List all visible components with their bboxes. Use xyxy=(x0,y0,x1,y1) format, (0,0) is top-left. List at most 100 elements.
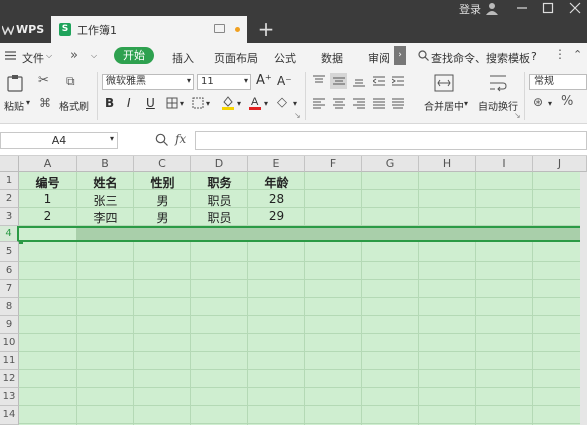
column-header-j[interactable]: J xyxy=(533,156,587,172)
font-dialog-launcher-icon[interactable]: ↘ xyxy=(294,111,301,120)
merge-center-button[interactable]: 合并居中 xyxy=(424,98,464,113)
wrap-text-button[interactable]: 自动换行 xyxy=(478,98,518,113)
row-header-12[interactable]: 12 xyxy=(0,370,19,388)
number-format-select[interactable]: 常规 xyxy=(529,74,587,90)
table-header-cell[interactable]: 年龄 xyxy=(248,174,305,191)
tab-home[interactable]: 开始 xyxy=(114,47,154,64)
more-options-icon[interactable]: ⋮ xyxy=(554,47,566,61)
paste-icon[interactable] xyxy=(7,74,23,92)
borders-icon[interactable] xyxy=(166,97,178,109)
column-header-c[interactable]: C xyxy=(134,156,191,172)
align-left-icon[interactable] xyxy=(313,97,325,109)
table-cell[interactable]: 男 xyxy=(134,192,191,209)
row-header-5[interactable]: 5 xyxy=(0,242,19,262)
column-header-a[interactable]: A xyxy=(19,156,77,172)
column-header-b[interactable]: B xyxy=(77,156,134,172)
row-header-6[interactable]: 6 xyxy=(0,262,19,280)
table-header-cell[interactable]: 姓名 xyxy=(77,174,134,191)
tab-review[interactable]: 审阅 xyxy=(368,50,390,66)
formula-input[interactable] xyxy=(195,131,587,150)
format-painter-button[interactable]: 格式刷 xyxy=(59,98,89,113)
fx-icon[interactable]: fx xyxy=(175,132,186,146)
underline-button[interactable]: U xyxy=(146,96,155,110)
tab-data[interactable]: 数据 xyxy=(321,50,343,66)
bold-button[interactable]: B xyxy=(105,96,114,110)
table-cell[interactable]: 29 xyxy=(248,209,305,223)
table-header-cell[interactable]: 性别 xyxy=(134,174,191,191)
paste-button[interactable]: 粘贴 xyxy=(4,98,24,113)
merge-center-icon[interactable] xyxy=(434,74,454,92)
fill-color-dropdown-icon[interactable]: ▾ xyxy=(237,99,241,108)
tab-formulas[interactable]: 公式 xyxy=(274,50,296,66)
file-menu-chevron-icon[interactable]: ⌵ xyxy=(46,51,52,61)
table-cell[interactable]: 职员 xyxy=(191,209,248,226)
font-name-select[interactable]: 微软雅黑 xyxy=(102,74,194,90)
name-box[interactable]: A4 xyxy=(0,132,118,149)
table-header-cell[interactable]: 编号 xyxy=(19,174,76,191)
zoom-search-icon[interactable] xyxy=(155,133,168,146)
distributed-align-icon[interactable] xyxy=(392,97,404,109)
new-tab-button[interactable]: + xyxy=(252,16,280,43)
copy-icon[interactable]: ⧉ xyxy=(66,74,75,89)
grow-font-icon[interactable]: A⁺ xyxy=(256,73,272,88)
select-all-corner[interactable] xyxy=(0,156,19,172)
merge-dropdown-icon[interactable]: ▾ xyxy=(464,99,468,108)
clear-dropdown-icon[interactable]: ▾ xyxy=(293,99,297,108)
search-icon[interactable] xyxy=(418,50,429,61)
help-icon[interactable]: ? xyxy=(531,50,537,63)
command-search[interactable]: 查找命令、搜索模板 xyxy=(431,50,530,66)
format-painter-icon[interactable]: ⌘ xyxy=(39,96,51,110)
cell-style-dropdown-icon[interactable]: ▾ xyxy=(206,99,210,108)
borders-dropdown-icon[interactable]: ▾ xyxy=(180,99,184,108)
column-header-f[interactable]: F xyxy=(305,156,362,172)
percent-button[interactable]: % xyxy=(561,94,573,109)
more-left-icon[interactable]: » xyxy=(70,48,78,63)
increase-indent-icon[interactable] xyxy=(392,75,404,87)
row-header-2[interactable]: 2 xyxy=(0,190,19,208)
font-size-dropdown-icon[interactable]: ▾ xyxy=(244,76,248,85)
row-header-10[interactable]: 10 xyxy=(0,334,19,352)
row-header-13[interactable]: 13 xyxy=(0,388,19,406)
column-header-d[interactable]: D xyxy=(191,156,248,172)
alignment-dialog-launcher-icon[interactable]: ↘ xyxy=(514,111,521,120)
wrap-text-icon[interactable] xyxy=(488,74,508,92)
table-cell[interactable]: 2 xyxy=(19,209,76,223)
close-icon[interactable] xyxy=(568,1,582,15)
table-cell[interactable]: 职员 xyxy=(191,192,248,209)
wps-home-tab[interactable]: WPS xyxy=(0,16,48,43)
user-icon[interactable] xyxy=(486,2,498,15)
table-cell[interactable]: 28 xyxy=(248,192,305,206)
italic-button[interactable]: I xyxy=(127,96,131,110)
shrink-font-icon[interactable]: A⁻ xyxy=(277,74,292,88)
minimize-icon[interactable] xyxy=(515,1,529,15)
align-center-icon[interactable] xyxy=(333,97,345,109)
table-cell[interactable]: 李四 xyxy=(77,209,134,226)
tab-insert[interactable]: 插入 xyxy=(172,50,194,66)
justify-icon[interactable] xyxy=(373,97,385,109)
cell-style-icon[interactable] xyxy=(192,97,204,109)
column-header-i[interactable]: I xyxy=(476,156,533,172)
hamburger-menu-icon[interactable] xyxy=(5,51,16,60)
row-header-14[interactable]: 14 xyxy=(0,406,19,425)
table-header-cell[interactable]: 职务 xyxy=(191,174,248,191)
align-bottom-icon[interactable] xyxy=(353,75,365,87)
monitor-icon[interactable] xyxy=(214,24,225,33)
table-cell[interactable]: 男 xyxy=(134,209,191,226)
login-link[interactable]: 登录 xyxy=(459,1,481,17)
row-header-3[interactable]: 3 xyxy=(0,208,19,226)
maximize-icon[interactable] xyxy=(541,1,555,15)
font-size-select[interactable]: 11 xyxy=(197,74,251,90)
quick-access-chevron-icon[interactable]: ⌵ xyxy=(91,51,97,61)
column-header-h[interactable]: H xyxy=(419,156,476,172)
table-cell[interactable]: 张三 xyxy=(77,192,134,209)
font-color-dropdown-icon[interactable]: ▾ xyxy=(264,99,268,108)
vertical-scrollbar[interactable] xyxy=(580,172,587,425)
align-middle-icon[interactable] xyxy=(333,75,345,87)
file-menu[interactable]: 文件 xyxy=(22,50,44,66)
currency-dropdown-icon[interactable]: ▾ xyxy=(548,99,552,108)
fill-color-icon[interactable] xyxy=(221,95,235,110)
table-cell[interactable]: 1 xyxy=(19,192,76,206)
paste-dropdown-icon[interactable]: ▾ xyxy=(26,98,30,107)
fill-handle[interactable] xyxy=(19,240,23,244)
document-tab[interactable]: S 工作簿1 xyxy=(51,16,247,43)
